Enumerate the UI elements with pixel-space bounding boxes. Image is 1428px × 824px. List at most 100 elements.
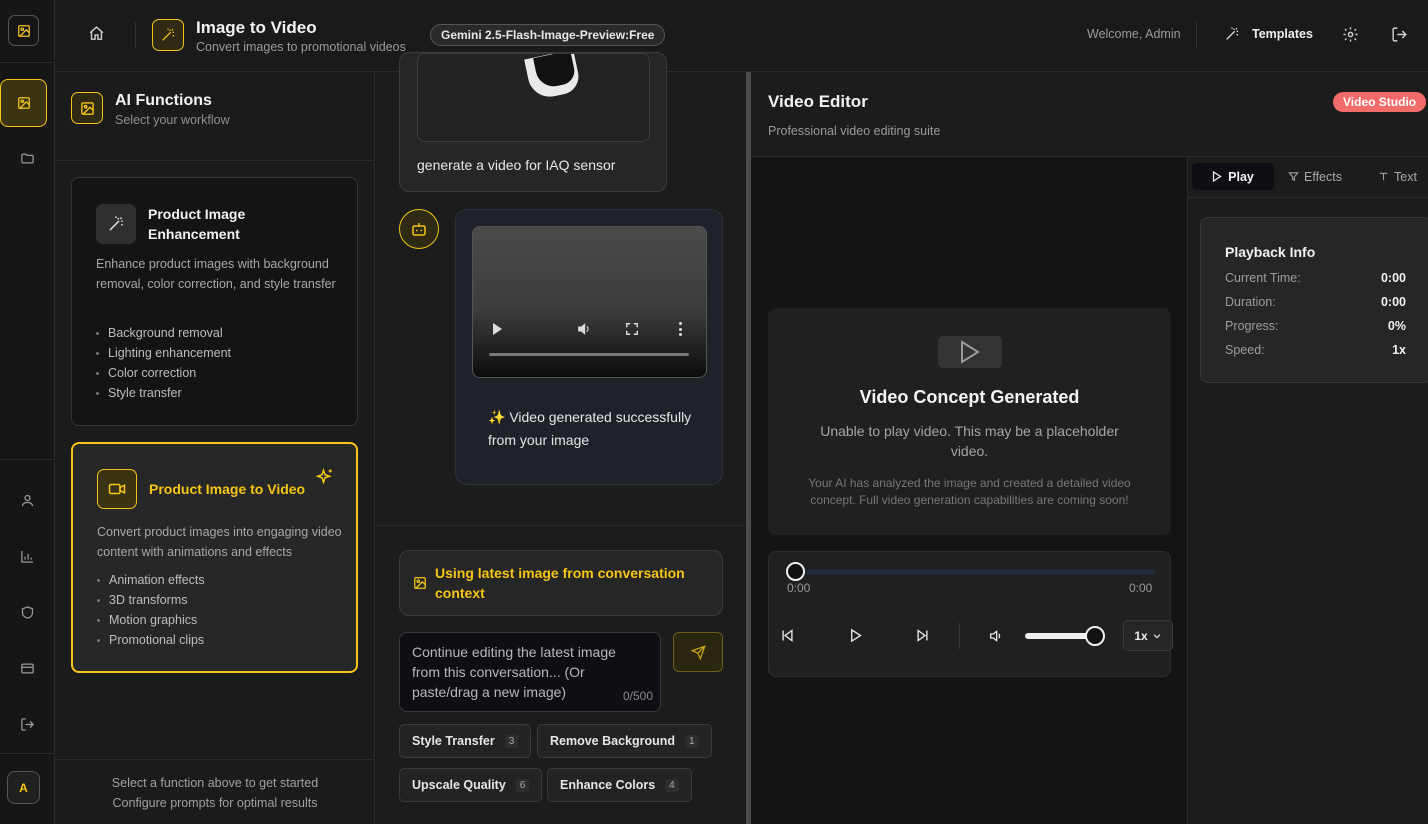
function-card-enhancement[interactable]: Product Image Enhancement Enhance produc… xyxy=(71,177,358,426)
row-label: Current Time: xyxy=(1225,271,1301,285)
text-icon xyxy=(1379,172,1388,181)
logout-icon xyxy=(1392,27,1407,42)
timeline-track[interactable] xyxy=(795,569,1155,575)
home-button[interactable] xyxy=(88,25,105,42)
play-icon xyxy=(1213,171,1222,182)
magic-wand-icon xyxy=(109,216,123,231)
tab-play[interactable]: Play xyxy=(1192,163,1274,190)
rail-logout-button[interactable] xyxy=(0,704,55,744)
playback-row-current-time: Current Time: 0:00 xyxy=(1225,266,1406,290)
row-value: 0% xyxy=(1387,319,1406,333)
more-vertical-icon[interactable] xyxy=(679,322,682,336)
chevron-down-icon xyxy=(1153,633,1161,639)
functions-title: AI Functions xyxy=(115,92,212,109)
chip-label: Upscale Quality xyxy=(412,778,506,792)
bot-icon xyxy=(412,223,426,236)
avatar[interactable]: A xyxy=(7,771,40,804)
rail-images-button[interactable] xyxy=(0,79,47,127)
row-label: Duration: xyxy=(1225,295,1276,309)
time-start: 0:00 xyxy=(787,581,811,595)
tab-label: Effects xyxy=(1304,169,1342,184)
card-title: Product Image to Video xyxy=(149,481,306,497)
sparkles-icon xyxy=(316,468,334,486)
filter-icon xyxy=(1288,172,1299,182)
avatar-letter: A xyxy=(19,780,28,795)
app-logo[interactable] xyxy=(8,15,39,46)
page-icon-badge xyxy=(152,19,184,51)
model-badge[interactable]: Gemini 2.5-Flash-Image-Preview:Free xyxy=(430,24,666,46)
video-concept-title: Video Concept Generated xyxy=(859,387,1080,407)
tab-text[interactable]: Text xyxy=(1378,163,1428,190)
chip-count: 1 xyxy=(685,734,699,748)
rail-billing-button[interactable] xyxy=(0,648,55,688)
skip-forward-icon[interactable] xyxy=(915,628,930,643)
image-icon xyxy=(17,97,30,109)
model-badge-label: Gemini 2.5-Flash-Image-Preview:Free xyxy=(441,28,655,42)
card-feature-list: Animation effects 3D transforms Motion g… xyxy=(97,570,205,650)
video-studio-badge-label: Video Studio xyxy=(1343,95,1417,109)
playback-info-title: Playback Info xyxy=(1225,244,1316,260)
style-transfer-chip[interactable]: Style Transfer 3 xyxy=(399,724,532,758)
bot-message-text: ✨ Video generated successfully from your… xyxy=(488,409,692,448)
upscale-quality-chip[interactable]: Upscale Quality 6 xyxy=(399,768,543,802)
remove-background-chip[interactable]: Remove Background 1 xyxy=(537,724,712,758)
card-description: Convert product images into engaging vid… xyxy=(97,525,342,559)
function-card-image-to-video[interactable]: Product Image to Video Convert product i… xyxy=(71,442,358,673)
uploaded-image-thumbnail xyxy=(417,53,650,142)
volume-handle[interactable] xyxy=(1085,626,1105,646)
magic-wand-icon xyxy=(1226,27,1238,40)
play-icon[interactable] xyxy=(848,628,863,643)
prompt-input[interactable]: Continue editing the latest image from t… xyxy=(399,632,661,712)
video-editor-panel: Video Editor Professional video editing … xyxy=(751,72,1428,824)
enhance-colors-chip[interactable]: Enhance Colors 4 xyxy=(547,768,692,802)
templates-button[interactable]: Templates xyxy=(1224,26,1313,42)
editor-tabs: Play Effects Text xyxy=(1188,157,1428,197)
page-title: Image to Video xyxy=(196,18,317,37)
send-button[interactable] xyxy=(673,632,723,672)
context-notice-text: Using latest image from conversation con… xyxy=(435,565,685,601)
functions-subtitle: Select your workflow xyxy=(115,113,230,127)
video-progress-track[interactable] xyxy=(489,353,689,356)
video-player[interactable] xyxy=(472,226,707,378)
video-play-icon[interactable] xyxy=(493,323,502,335)
time-end: 0:00 xyxy=(1129,581,1153,595)
rail-security-button[interactable] xyxy=(0,592,55,632)
skip-back-icon[interactable] xyxy=(780,628,795,643)
editor-title: Video Editor xyxy=(768,92,868,111)
volume-icon[interactable] xyxy=(988,628,1004,644)
list-item: Motion graphics xyxy=(97,610,205,630)
welcome-text: Welcome, Admin xyxy=(1087,27,1181,41)
context-notice: Using latest image from conversation con… xyxy=(399,550,723,616)
rail-analytics-button[interactable] xyxy=(0,536,55,576)
list-item: 3D transforms xyxy=(97,590,205,610)
list-item: Animation effects xyxy=(97,570,205,590)
gear-icon xyxy=(1343,27,1358,42)
logout-button[interactable] xyxy=(1391,26,1408,43)
video-concept-note: Your AI has analyzed the image and creat… xyxy=(808,476,1131,507)
rail-folder-button[interactable] xyxy=(0,138,55,178)
player-controls: 0:00 0:00 1x xyxy=(768,551,1173,677)
top-header: Image to Video Convert images to promoti… xyxy=(55,0,1428,72)
prompt-placeholder: Continue editing the latest image from t… xyxy=(412,644,616,700)
functions-footer-line1: Select a function above to get started xyxy=(111,776,319,790)
tab-effects[interactable]: Effects xyxy=(1288,163,1356,190)
user-message-bubble: generate a video for IAQ sensor xyxy=(399,52,667,192)
row-label: Progress: xyxy=(1225,319,1279,333)
rail-profile-button[interactable] xyxy=(0,480,55,520)
playback-row-progress: Progress: 0% xyxy=(1225,314,1406,338)
bot-message-bubble: ✨ Video generated successfully from your… xyxy=(455,209,723,485)
list-item: Background removal xyxy=(96,323,231,343)
card-icon xyxy=(97,469,137,509)
speed-select[interactable]: 1x xyxy=(1123,620,1173,651)
shield-icon xyxy=(21,605,34,619)
left-rail: A xyxy=(0,0,55,824)
settings-button[interactable] xyxy=(1342,26,1359,43)
timeline-handle[interactable] xyxy=(786,562,805,581)
functions-icon-badge xyxy=(71,92,103,124)
fullscreen-icon[interactable] xyxy=(625,322,639,336)
volume-icon[interactable] xyxy=(576,321,592,337)
image-icon xyxy=(17,24,30,37)
card-feature-list: Background removal Lighting enhancement … xyxy=(96,323,231,403)
image-icon xyxy=(80,101,94,115)
tab-label: Play xyxy=(1228,169,1254,184)
